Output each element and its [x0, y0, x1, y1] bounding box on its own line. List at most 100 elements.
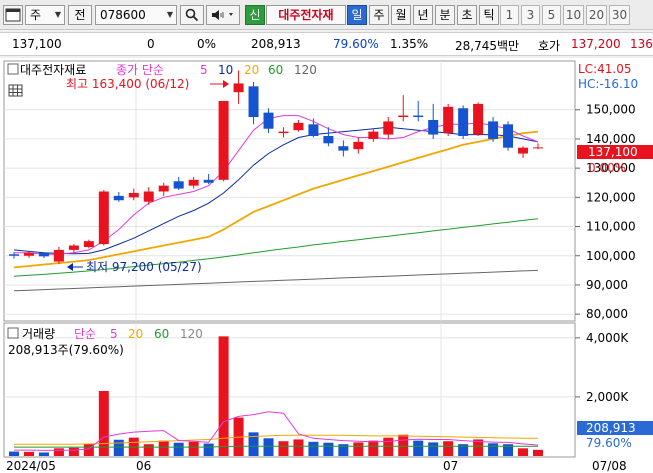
candle-down — [458, 108, 469, 137]
candle-down — [308, 124, 319, 137]
volume-bar — [533, 449, 543, 456]
interval-tab[interactable]: 1 — [500, 5, 519, 25]
period-tab[interactable]: 틱 — [479, 5, 499, 25]
candle-down — [413, 115, 424, 118]
period-tab[interactable]: 주 — [369, 5, 389, 25]
volume-bar — [278, 441, 289, 456]
volume-bar — [398, 434, 409, 456]
new-badge[interactable]: 신 — [245, 5, 265, 25]
interval-tab[interactable]: 5 — [542, 5, 561, 25]
candle-up — [83, 241, 94, 247]
candle-down — [428, 119, 439, 135]
period-tab[interactable]: 년 — [413, 5, 433, 25]
candle-up — [218, 100, 229, 180]
price-axis: 150,000140,000130,000120,000110,000100,0… — [575, 103, 636, 321]
change-rate: 0% — [197, 37, 217, 51]
price-axis-label: 120,000 — [586, 190, 636, 204]
x-label-start: 2024/05 — [6, 459, 56, 473]
volume-bar — [203, 443, 214, 456]
speaker-icon — [212, 10, 233, 20]
sound-button[interactable] — [206, 5, 240, 25]
market-select-value: 주 — [30, 8, 42, 22]
volume-ma5-legend: 5 — [110, 327, 118, 341]
volume-bar — [308, 441, 319, 456]
bid-price: 136 — [630, 37, 653, 51]
trade-amount: 28,745백만 — [455, 39, 520, 53]
candle-down — [173, 181, 184, 189]
candle-up — [23, 252, 34, 256]
search-button[interactable] — [180, 5, 204, 25]
candlestick-chart[interactable]: 150,000140,000130,000120,000110,000100,0… — [0, 58, 653, 473]
volume-bar — [293, 439, 304, 456]
volume-axis-label: 2,000K — [586, 390, 629, 404]
candle-up — [233, 83, 244, 93]
volume-bar — [9, 451, 19, 456]
volume-bar — [263, 438, 274, 456]
candle-down — [203, 179, 214, 183]
stock-code-input[interactable]: 078600 ▼ — [95, 5, 177, 25]
price-axis-label: 100,000 — [586, 249, 636, 263]
hc-label: HC:-16.10 — [578, 77, 638, 91]
interval-tab[interactable]: 20 — [586, 5, 607, 25]
candle-down — [338, 146, 349, 151]
volume-bar — [413, 440, 424, 456]
ask-price: 137,200 — [571, 37, 621, 51]
chart-area[interactable]: 150,000 140,000 130,000 120,000 110,000 100,0… — [0, 58, 653, 473]
candle-up — [143, 191, 154, 202]
volume-bar — [23, 451, 34, 456]
grid-settings-icon[interactable] — [8, 84, 23, 97]
volume-bar — [428, 442, 439, 456]
volume-axis-label: 4,000K — [586, 331, 629, 345]
price-axis-label: 80,000 — [586, 307, 628, 321]
market-select[interactable]: 주 ▼ — [25, 5, 65, 25]
collapse-box-icon[interactable] — [7, 63, 19, 75]
interval-tab[interactable]: 10 — [563, 5, 584, 25]
volume-ratio: 79.60% — [333, 37, 379, 51]
view-toggle-button[interactable]: 전 — [68, 5, 92, 25]
volume-collapse-box-icon[interactable] — [7, 327, 19, 339]
candle-up — [98, 191, 109, 245]
volume-bar — [173, 442, 184, 456]
candle-up — [188, 179, 199, 186]
period-tab[interactable]: 일 — [347, 5, 367, 25]
price-axis-label: 110,000 — [586, 220, 636, 234]
period-tab[interactable]: 분 — [435, 5, 455, 25]
volume-ma20-legend: 20 — [128, 327, 143, 341]
interval-tab[interactable]: 3 — [521, 5, 540, 25]
window-icon[interactable] — [3, 5, 23, 25]
price-panel-frame — [3, 60, 576, 322]
candle-up — [353, 141, 364, 150]
period-tab[interactable]: 초 — [457, 5, 477, 25]
candle-up — [383, 121, 394, 135]
candle-up — [53, 249, 64, 262]
stock-chart-window: 주 ▼ 전 078600 ▼ 신 대주전자재 일주월년분초틱 1 3 5 10 20 30 — [0, 0, 653, 473]
stock-name-label: 대주전자재 — [266, 5, 346, 25]
volume-summary: 208,913주(79.60%) — [8, 343, 124, 357]
x-label-june: 06 — [136, 459, 151, 473]
volume-axis: 4,000K 2,000K — [575, 331, 629, 404]
ask-label: 호가 — [538, 39, 561, 53]
current-price: 137,100 — [12, 37, 62, 51]
volume-ma60-legend: 60 — [154, 327, 169, 341]
chevron-down-icon: ▼ — [166, 10, 173, 19]
ma60-legend: 60 — [268, 63, 283, 77]
price-axis-label: 140,000 — [586, 132, 636, 146]
period-tab[interactable]: 월 — [391, 5, 411, 25]
search-icon — [185, 8, 199, 22]
ma10-legend: 10 — [218, 63, 233, 77]
current-price-tag: 137,100 — [588, 145, 638, 159]
interval-tab[interactable]: 30 — [609, 5, 630, 25]
window-glyph-icon — [5, 8, 21, 22]
x-label-end: 07/08 — [592, 459, 627, 473]
toolbar: 주 ▼ 전 078600 ▼ 신 대주전자재 일주월년분초틱 1 3 5 10 20 30 — [0, 0, 653, 30]
current-ratio-tag: 79.60% — [586, 436, 632, 450]
candle-down — [488, 121, 499, 139]
volume-bar — [488, 443, 499, 456]
volume-bar — [98, 391, 109, 456]
current-change-tag: 0.00% — [588, 161, 626, 175]
high-annotation: 최고 163,400 (06/12) — [66, 77, 189, 91]
candle-down — [503, 124, 514, 148]
x-label-july: 07 — [443, 459, 458, 473]
candle-up — [368, 131, 379, 139]
candle-up — [398, 115, 409, 118]
